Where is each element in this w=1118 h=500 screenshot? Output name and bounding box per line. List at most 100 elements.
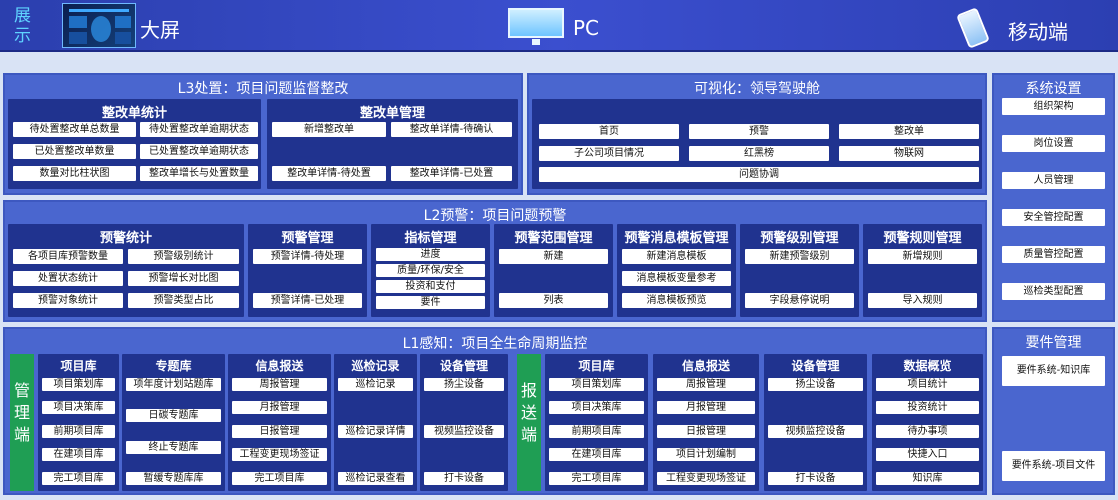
panel-title: 预警管理 <box>281 231 334 246</box>
project-library-item[interactable]: 前期项目库 <box>549 425 644 438</box>
indicator-item[interactable]: 进度 <box>376 248 485 261</box>
viz-item[interactable]: 物联网 <box>839 146 979 161</box>
project-library-item[interactable]: 项目策划库 <box>549 378 644 391</box>
template-item[interactable]: 消息模板变量参考 <box>622 271 731 286</box>
info-report-item[interactable]: 月报管理 <box>657 401 755 414</box>
overview-item[interactable]: 知识库 <box>876 472 979 485</box>
l3-title: L3处置：项目问题监督整改 <box>177 81 349 97</box>
settings-item[interactable]: 人员管理 <box>1002 172 1105 189</box>
info-report-item[interactable]: 周报管理 <box>657 378 755 391</box>
scope-item[interactable]: 新建 <box>499 249 608 264</box>
settings-item[interactable]: 岗位设置 <box>1002 135 1105 152</box>
viz-item[interactable]: 子公司项目情况 <box>539 146 679 161</box>
info-report-item[interactable]: 工程变更现场签证 <box>657 472 755 485</box>
panel-title: 预警范围管理 <box>514 231 593 246</box>
info-report-item[interactable]: 月报管理 <box>232 401 327 414</box>
settings-item[interactable]: 安全管控配置 <box>1002 209 1105 226</box>
inspection-item[interactable]: 巡检记录查看 <box>338 472 413 485</box>
project-library-item[interactable]: 完工项目库 <box>549 472 644 485</box>
viz-item[interactable]: 首页 <box>539 124 679 139</box>
device-item[interactable]: 扬尘设备 <box>768 378 863 391</box>
project-library-item[interactable]: 前期项目库 <box>42 425 115 438</box>
l1-section: L1感知：项目全生命周期监控 管理端 项目库 项目策划库 项目决策库 前期项目库… <box>3 327 987 495</box>
settings-item[interactable]: 巡检类型配置 <box>1002 283 1105 300</box>
manage-item[interactable]: 整改单详情-待处置 <box>272 166 386 181</box>
warning-stat-item[interactable]: 处置状态统计 <box>13 271 123 286</box>
info-report-item[interactable]: 日报管理 <box>657 425 755 438</box>
device-item[interactable]: 打卡设备 <box>424 472 504 485</box>
project-library-item[interactable]: 在建项目库 <box>42 448 115 461</box>
stat-item[interactable]: 已处置整改单数量 <box>13 144 136 159</box>
indicator-item[interactable]: 投资和支付 <box>376 280 485 293</box>
scope-item[interactable]: 列表 <box>499 293 608 308</box>
level-item[interactable]: 字段悬停说明 <box>745 293 854 308</box>
inspection-item[interactable]: 巡检记录 <box>338 378 413 391</box>
info-report-item[interactable]: 周报管理 <box>232 378 327 391</box>
indicator-item[interactable]: 要件 <box>376 296 485 309</box>
warning-stat-item[interactable]: 预警类型占比 <box>128 293 239 308</box>
stat-item[interactable]: 数量对比柱状图 <box>13 166 136 181</box>
reporting-end-label: 报送端 <box>517 354 541 491</box>
warning-stat-item[interactable]: 预警增长对比图 <box>128 271 239 286</box>
level-item[interactable]: 新建预警级别 <box>745 249 854 264</box>
info-report-item[interactable]: 项目计划编制 <box>657 448 755 461</box>
project-library-item[interactable]: 项目策划库 <box>42 378 115 391</box>
overview-item[interactable]: 待办事项 <box>876 425 979 438</box>
indicator-manage-panel: 指标管理 进度 质量/环保/安全 投资和支付 要件 <box>371 224 490 317</box>
topic-library-item[interactable]: 暂缓专题库库 <box>126 472 221 485</box>
rule-item[interactable]: 导入规则 <box>868 293 977 308</box>
topic-library-item[interactable]: 项年度计划站题库 <box>126 378 221 391</box>
device-item[interactable]: 打卡设备 <box>768 472 863 485</box>
data-overview-panel: 数据概览 项目统计 投资统计 待办事项 快捷入口 知识库 <box>872 354 983 491</box>
device-item[interactable]: 视频监控设备 <box>424 425 504 438</box>
viz-item[interactable]: 整改单 <box>839 124 979 139</box>
warning-stats-panel: 预警统计 各项目库预警数量 预警级别统计 处置状态统计 预警增长对比图 预警对象… <box>8 224 244 317</box>
panel-title: 整改单管理 <box>359 106 425 121</box>
topic-library-item[interactable]: 日碳专题库 <box>126 409 221 422</box>
manage-item[interactable]: 整改单详情-待确认 <box>391 122 512 137</box>
viz-item[interactable]: 问题协调 <box>539 167 979 182</box>
indicator-item[interactable]: 质量/环保/安全 <box>376 264 485 277</box>
warning-stat-item[interactable]: 各项目库预警数量 <box>13 249 123 264</box>
warning-manage-item[interactable]: 预警详情-待处理 <box>253 249 362 264</box>
template-item[interactable]: 消息模板预览 <box>622 293 731 308</box>
project-library-item[interactable]: 在建项目库 <box>549 448 644 461</box>
stat-item[interactable]: 待处置整改单总数量 <box>13 122 136 137</box>
viz-item[interactable]: 红黑榜 <box>689 146 829 161</box>
l1-title: L1感知：项目全生命周期监控 <box>402 336 588 352</box>
info-report-item[interactable]: 完工项目库 <box>232 472 327 485</box>
settings-item[interactable]: 质量管控配置 <box>1002 246 1105 263</box>
warning-level-panel: 预警级别管理 新建预警级别 字段悬停说明 <box>740 224 859 317</box>
topic-library-item[interactable]: 终止专题库 <box>126 441 221 454</box>
inspection-item[interactable]: 巡检记录详情 <box>338 425 413 438</box>
overview-item[interactable]: 快捷入口 <box>876 448 979 461</box>
rule-item[interactable]: 新增规则 <box>868 249 977 264</box>
document-item[interactable]: 要件系统-项目文件 <box>1002 451 1105 481</box>
manage-item[interactable]: 新增整改单 <box>272 122 386 137</box>
device-item[interactable]: 扬尘设备 <box>424 378 504 391</box>
project-library-item[interactable]: 项目决策库 <box>549 401 644 414</box>
panel-title: 巡检记录 <box>351 359 400 373</box>
panel-title: 预警统计 <box>99 231 152 246</box>
stat-item[interactable]: 整改单增长与处置数量 <box>140 166 258 181</box>
template-item[interactable]: 新建消息模板 <box>622 249 731 264</box>
manage-item[interactable]: 整改单详情-已处置 <box>391 166 512 181</box>
viz-item[interactable]: 预警 <box>689 124 829 139</box>
device-item[interactable]: 视频监控设备 <box>768 425 863 438</box>
warning-manage-item[interactable]: 预警详情-已处理 <box>253 293 362 308</box>
stat-item[interactable]: 待处置整改单逾期状态 <box>140 122 258 137</box>
settings-item[interactable]: 组织架构 <box>1002 98 1105 115</box>
report-device-panel: 设备管理 扬尘设备 视频监控设备 打卡设备 <box>764 354 867 491</box>
project-library-item[interactable]: 完工项目库 <box>42 472 115 485</box>
project-library-item[interactable]: 项目决策库 <box>42 401 115 414</box>
info-report-item[interactable]: 日报管理 <box>232 425 327 438</box>
overview-item[interactable]: 项目统计 <box>876 378 979 391</box>
warning-stat-item[interactable]: 预警对象统计 <box>13 293 123 308</box>
warning-stat-item[interactable]: 预警级别统计 <box>128 249 239 264</box>
panel-title: 预警消息模板管理 <box>624 231 729 246</box>
info-report-item[interactable]: 工程变更现场签证 <box>232 448 327 461</box>
stat-item[interactable]: 已处置整改单逾期状态 <box>140 144 258 159</box>
overview-item[interactable]: 投资统计 <box>876 401 979 414</box>
document-item[interactable]: 要件系统-知识库 <box>1002 356 1105 386</box>
system-settings-section: 系统设置 组织架构 岗位设置 人员管理 安全管控配置 质量管控配置 巡检类型配置 <box>992 73 1115 322</box>
